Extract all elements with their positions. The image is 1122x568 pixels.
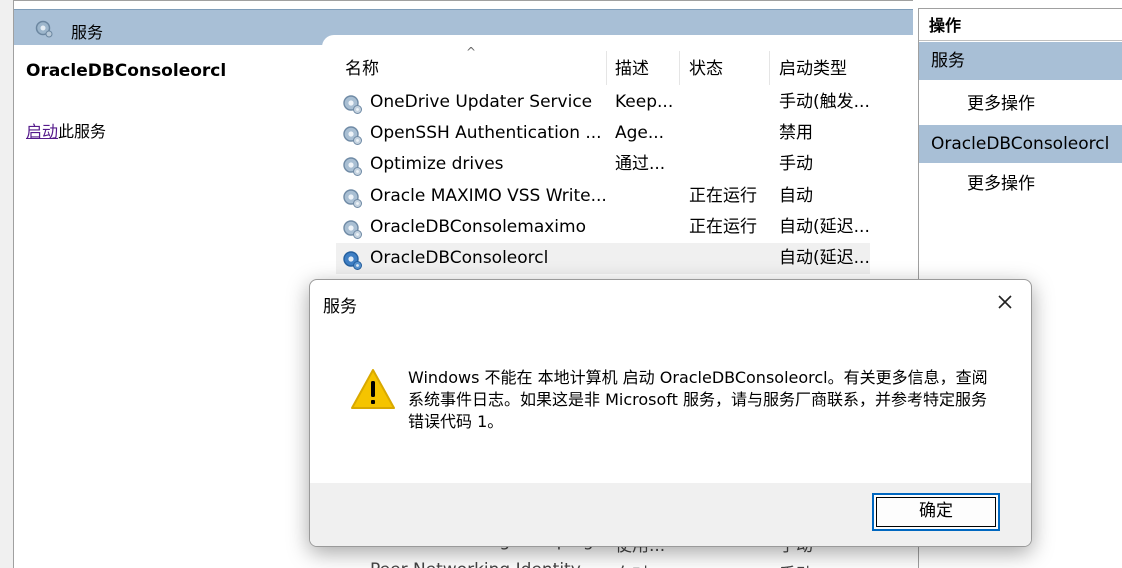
service-gear-icon [343,95,363,115]
actions-section-services[interactable]: 服务 [919,42,1122,80]
service-startup-type: 手动 [779,560,813,568]
service-name: OracleDBConsoleorcl [370,248,549,268]
more-actions-selected-service[interactable]: 更多操作 [967,169,1035,194]
service-description: Keep... [615,92,674,112]
service-name: OracleDBConsolemaximo [370,217,586,237]
start-service-suffix: 此服务 [58,122,107,141]
column-separator[interactable] [679,51,680,85]
service-name: Peer Networking Identity [370,560,581,568]
ok-button[interactable]: 确定 [872,493,1000,531]
column-separator[interactable] [769,51,770,85]
service-status: 正在运行 [689,217,757,237]
actions-section-selected-service[interactable]: OracleDBConsoleorcl [919,125,1122,163]
column-separator[interactable] [606,51,607,85]
service-startup-type: 手动 [779,154,813,174]
services-gear-icon [35,20,53,38]
warning-icon [351,369,395,409]
service-row[interactable]: OneDrive Updater Service Keep... 手动(触发..… [336,87,884,118]
service-startup-type: 自动(延迟... [779,248,870,268]
service-status: 正在运行 [689,186,757,206]
service-gear-icon [343,251,363,271]
service-startup-type: 自动(延迟... [779,217,870,237]
error-dialog: 服务 Windows 不能在 本地计算机 启动 OracleDBConsoleo… [309,279,1032,547]
service-gear-icon [343,189,363,209]
service-description: Age... [615,123,665,143]
services-window: 服务 OracleDBConsoleorcl 启动此服务 ^ 名称 描述 状态 … [0,0,1122,568]
service-name: OpenSSH Authentication ... [370,123,602,143]
service-startup-type: 禁用 [779,123,813,143]
services-header-title: 服务 [71,23,104,42]
actions-header: 操作 [919,9,1122,41]
service-row[interactable]: Optimize drives 通过... 手动 [336,149,884,180]
service-action: 启动此服务 [26,118,106,142]
service-row[interactable]: OpenSSH Authentication ... Age... 禁用 [336,118,884,149]
dialog-title: 服务 [323,297,357,317]
column-header-status[interactable]: 状态 [689,45,723,85]
service-description: 通过... [615,154,666,174]
service-startup-type: 手动(触发... [779,92,870,112]
column-header-startup-type[interactable]: 启动类型 [779,45,847,85]
console-tree-edge [0,0,14,568]
dialog-footer: 确定 [310,483,1031,546]
column-header-name[interactable]: 名称 [345,45,379,85]
dialog-message: Windows 不能在 本地计算机 启动 OracleDBConsoleorcl… [408,368,988,431]
service-gear-icon [343,157,363,177]
service-row[interactable]: OracleDBConsolemaximo 正在运行 自动(延迟... [336,212,884,243]
start-service-link[interactable]: 启动 [26,122,58,141]
service-gear-icon [343,126,363,146]
service-name: OneDrive Updater Service [370,92,593,112]
selected-service-name: OracleDBConsoleorcl [26,61,227,81]
service-gear-icon [343,220,363,240]
service-name: Oracle MAXIMO VSS Write... [370,186,606,206]
more-actions-services[interactable]: 更多操作 [967,89,1035,114]
service-name: Optimize drives [370,154,504,174]
sort-ascending-icon: ^ [466,45,477,59]
close-icon[interactable] [993,290,1017,314]
service-row-selected[interactable]: OracleDBConsoleorcl 自动(延迟... [336,243,884,274]
column-header-description[interactable]: 描述 [615,45,649,85]
service-row[interactable]: Oracle MAXIMO VSS Write... 正在运行 自动 [336,181,884,212]
service-description: 向对... [615,560,665,568]
service-startup-type: 自动 [779,186,813,206]
